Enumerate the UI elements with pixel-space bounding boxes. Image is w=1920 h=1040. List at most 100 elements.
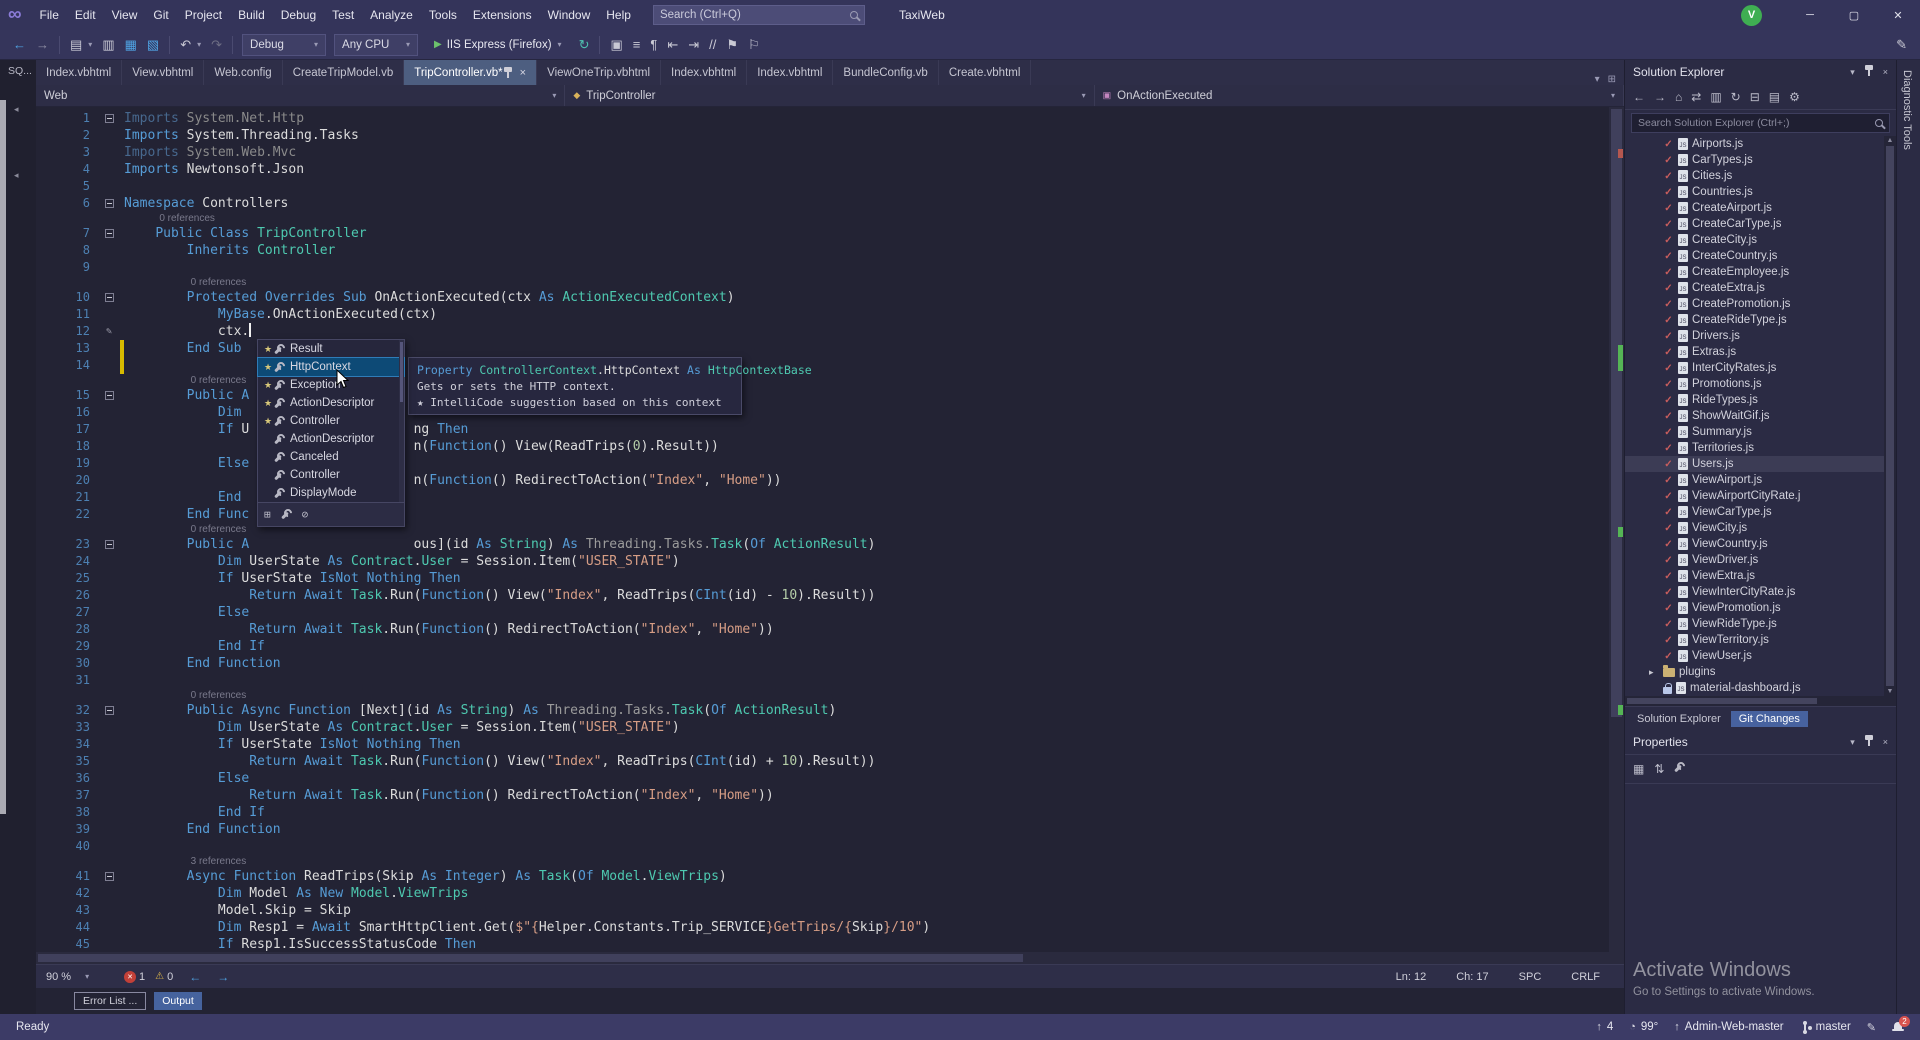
tree-item[interactable]: ✓ JS CreateEmployee.js [1625,264,1896,280]
menu-test[interactable]: Test [324,0,362,30]
tab-tripcontroller-vb-[interactable]: TripController.vb* × [404,60,538,85]
completion-item[interactable]: ActionDescriptor [258,430,404,448]
comment-icon[interactable]: // [704,35,721,54]
forward-icon[interactable]: → [1654,90,1666,104]
fold-collapse-icon[interactable] [104,706,114,715]
save-all-icon[interactable]: ▧ [142,35,164,55]
tree-item[interactable]: ▸ plugins [1625,664,1896,680]
fold-margin[interactable] [98,289,120,306]
tab-create-vbhtml[interactable]: Create.vbhtml [939,60,1032,85]
menu-extensions[interactable]: Extensions [465,0,540,30]
breadcrumb-member[interactable]: ▣ OnActionExecuted ▾ [1095,85,1624,106]
collapse-left-icon[interactable]: ◂ [14,104,19,115]
chevron-down-icon[interactable]: ▾ [1850,67,1855,78]
tree-item[interactable]: ✓ JS CreateCity.js [1625,232,1896,248]
scroll-up-icon[interactable]: ▲ [1887,137,1894,144]
completion-item[interactable]: ★ ActionDescriptor [258,394,404,412]
warning-count-icon[interactable]: ⚠ [155,971,164,982]
tree-item[interactable]: ✓ JS CreateExtra.js [1625,280,1896,296]
menu-tools[interactable]: Tools [421,0,465,30]
bookmark-icon[interactable]: ⚑ [721,35,743,55]
refresh-icon[interactable]: ↻ [574,35,595,55]
chevron-down-icon[interactable]: ▾ [1850,737,1855,748]
completion-item[interactable]: ★ HttpContext [257,357,405,377]
redo-icon[interactable]: ↷ [206,35,227,55]
tree-item[interactable]: ✓ JS InterCityRates.js [1625,360,1896,376]
zoom-control[interactable]: 90 % ▾ [46,971,110,983]
tree-item[interactable]: ✓ JS ViewInterCityRate.js [1625,584,1896,600]
menu-project[interactable]: Project [177,0,230,30]
property-pages-icon[interactable] [1674,762,1685,776]
scrollbar-thumb[interactable] [1886,146,1894,686]
tree-item[interactable]: ✓ JS ViewAirport.js [1625,472,1896,488]
tree-item[interactable]: ✓ JS Airports.js [1625,136,1896,152]
pin-icon[interactable] [1864,735,1874,749]
publish-branch[interactable]: ↑ Admin-Web-master [1674,1021,1783,1033]
tree-item[interactable]: ✓ JS ViewExtra.js [1625,568,1896,584]
diagnostic-tools-tab[interactable]: Diagnostic Tools [1897,60,1917,160]
tree-item[interactable]: ✓ JS ViewTerritory.js [1625,632,1896,648]
menu-git[interactable]: Git [145,0,176,30]
codelens-row[interactable]: 0 references [36,276,1624,289]
menu-help[interactable]: Help [598,0,639,30]
switch-views-icon[interactable]: ⇄ [1691,90,1701,104]
pin-icon[interactable] [1864,65,1874,79]
performance-gauge[interactable]: ◔ 99° [1629,1021,1658,1033]
show-all-files-icon[interactable]: ▤ [1769,90,1780,104]
solution-configuration-dropdown[interactable]: Debug ▾ [242,33,327,56]
scrollbar-thumb[interactable] [1611,109,1622,718]
tree-item[interactable]: ✓ JS Drivers.js [1625,328,1896,344]
navigate-back-icon[interactable]: ← [189,970,201,984]
close-icon[interactable]: × [520,67,526,79]
menu-debug[interactable]: Debug [273,0,324,30]
panel-tab-error-list-[interactable]: Error List ... [74,992,147,1010]
current-branch[interactable]: master [1800,1020,1851,1034]
tree-item[interactable]: ✓ JS ViewCity.js [1625,520,1896,536]
tree-item[interactable]: ✓ JS CreateCountry.js [1625,248,1896,264]
tree-item[interactable]: ✓ JS ViewCarType.js [1625,504,1896,520]
tab-index-vbhtml[interactable]: Index.vbhtml [661,60,748,85]
maximize-icon[interactable]: ▢ [1832,0,1876,30]
completion-item[interactable]: ★ Controller [258,412,404,430]
codelens-row[interactable]: 3 references [36,855,1624,868]
completion-item[interactable]: DisplayMode [258,484,404,502]
menu-window[interactable]: Window [540,0,599,30]
indent-decrease-icon[interactable]: ⇤ [662,35,683,55]
quick-search-box[interactable]: Search (Ctrl+Q) [652,5,865,25]
customize-toolbar-icon[interactable]: ✎ [1891,35,1912,55]
fold-collapse-icon[interactable] [104,540,114,549]
pending-changes-filter-icon[interactable]: ▥ [1710,90,1721,104]
preview-icon[interactable]: ▣ [605,35,627,55]
start-debug-button[interactable]: ▶ IIS Express (Firefox) ▾ [426,34,570,56]
codelens-row[interactable]: 0 references [36,212,1624,225]
tree-item[interactable]: ✓ JS Countries.js [1625,184,1896,200]
tree-item[interactable]: ✓ JS Summary.js [1625,424,1896,440]
solution-explorer-search[interactable]: Search Solution Explorer (Ctrl+;) [1625,110,1896,136]
tree-item[interactable]: ✓ JS ViewPromotion.js [1625,600,1896,616]
fold-collapse-icon[interactable] [104,199,114,208]
edit-indicator[interactable]: ✎ [1867,1021,1876,1034]
collapse-left-icon[interactable]: ◂ [14,170,19,181]
tree-item[interactable]: ✓ JS Territories.js [1625,440,1896,456]
editor-vertical-scrollbar[interactable] [1609,107,1624,952]
menu-edit[interactable]: Edit [67,0,104,30]
indent-increase-icon[interactable]: ⇥ [683,35,704,55]
fold-margin[interactable] [98,387,120,404]
completion-item[interactable]: Canceled [258,448,404,466]
notifications[interactable]: 2 [1892,1016,1910,1033]
fold-margin[interactable] [98,868,120,885]
tree-item[interactable]: ✓ JS CreatePromotion.js [1625,296,1896,312]
open-file-icon[interactable]: ▥ [97,35,119,55]
tab-index-vbhtml[interactable]: Index.vbhtml [747,60,834,85]
completion-item[interactable]: ★ Exception [258,376,404,394]
tree-item[interactable]: ✓ JS ShowWaitGif.js [1625,408,1896,424]
tree-item[interactable]: ✓ JS Promotions.js [1625,376,1896,392]
codelens-row[interactable]: 0 references [36,689,1624,702]
filter-properties-icon[interactable] [281,509,292,520]
tree-horizontal-scrollbar[interactable] [1625,696,1896,706]
navigate-forward-icon[interactable]: → [31,35,54,54]
undo-icon[interactable]: ↶ ▾ [175,35,206,55]
completion-item[interactable]: Controller [258,466,404,484]
tree-item[interactable]: ✓ JS CreateRideType.js [1625,312,1896,328]
menu-build[interactable]: Build [230,0,273,30]
